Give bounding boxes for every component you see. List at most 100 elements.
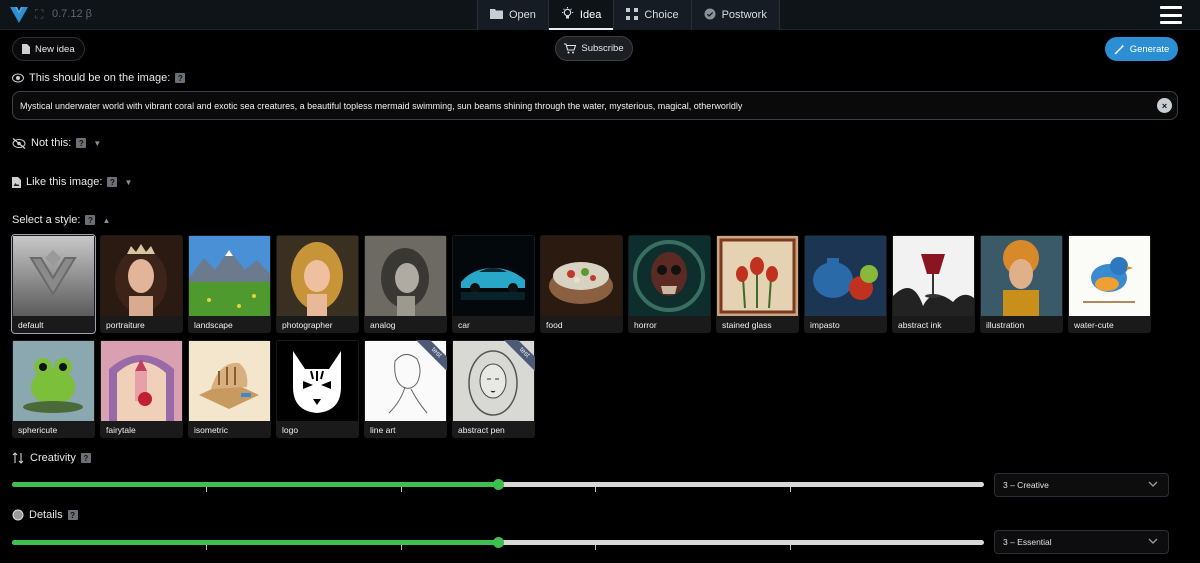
- portraiture-thumbnail: [101, 236, 182, 316]
- style-label: photographer: [282, 320, 333, 330]
- style-card-landscape[interactable]: landscape: [188, 235, 271, 333]
- style-card-fairytale[interactable]: fairytale: [100, 340, 183, 438]
- tab-choice[interactable]: Choice: [614, 0, 692, 30]
- slider-handle[interactable]: [492, 479, 504, 490]
- main-tabs: Open Idea Choice Postwork: [477, 0, 780, 30]
- creativity-select[interactable]: 3 – Creative: [994, 473, 1169, 497]
- details-value: 3 – Essential: [1003, 537, 1052, 547]
- help-icon[interactable]: ?: [85, 215, 96, 225]
- like-image-label: Like this image:: [26, 176, 103, 188]
- horror-thumbnail: [629, 236, 710, 316]
- help-icon[interactable]: ?: [76, 138, 87, 148]
- style-label: food: [546, 320, 563, 330]
- style-label: water-cute: [1074, 320, 1114, 330]
- tab-label: Postwork: [721, 9, 767, 21]
- stained-glass-thumbnail: [717, 236, 798, 316]
- details-select[interactable]: 3 – Essential: [994, 530, 1169, 554]
- creativity-heading: Creativity ?: [12, 452, 91, 464]
- photographer-thumbnail: [277, 236, 358, 316]
- style-card-horror[interactable]: horror: [628, 235, 711, 333]
- style-card-portraiture[interactable]: portraiture: [100, 235, 183, 333]
- clear-icon[interactable]: ×: [1157, 98, 1172, 113]
- style-card-analog[interactable]: analog: [364, 235, 447, 333]
- like-image-toggle[interactable]: Like this image: ? ▼: [12, 176, 132, 188]
- tab-idea[interactable]: Idea: [548, 0, 615, 30]
- new-idea-button[interactable]: New idea: [12, 37, 85, 61]
- style-card-abstract-pen[interactable]: test abstract pen: [452, 340, 535, 438]
- style-card-car[interactable]: car: [452, 235, 535, 333]
- style-label: car: [458, 320, 470, 330]
- isometric-thumbnail: [189, 341, 270, 421]
- slider-tick: [595, 487, 597, 492]
- style-card-water-cute[interactable]: water-cute: [1068, 235, 1151, 333]
- style-card-default[interactable]: default: [11, 234, 96, 334]
- style-label: horror: [634, 320, 657, 330]
- style-label: isometric: [194, 425, 229, 435]
- details-label: Details: [29, 509, 63, 521]
- style-label: illustration: [986, 320, 1025, 330]
- style-card-abstract-ink[interactable]: abstract ink: [892, 235, 975, 333]
- style-selector-heading[interactable]: Select a style: ? ▲: [12, 214, 110, 226]
- subscribe-button[interactable]: Subscribe: [555, 36, 633, 61]
- generate-button[interactable]: Generate: [1105, 37, 1178, 61]
- style-card-stained-glass[interactable]: stained glass: [716, 235, 799, 333]
- tab-postwork[interactable]: Postwork: [692, 0, 779, 30]
- hamburger-menu-icon[interactable]: [1160, 4, 1182, 26]
- style-card-isometric[interactable]: isometric: [188, 340, 271, 438]
- style-label: portraiture: [106, 320, 145, 330]
- positive-prompt-text: Mystical underwater world with vibrant c…: [20, 100, 743, 111]
- slider-tick: [789, 545, 791, 550]
- check-circle-icon: [704, 8, 716, 23]
- negative-prompt-toggle[interactable]: Not this: ? ▼: [12, 137, 101, 149]
- image-file-icon: [12, 176, 21, 188]
- style-card-impasto[interactable]: impasto: [804, 235, 887, 333]
- water-cute-thumbnail: [1069, 236, 1150, 316]
- slider-tick: [400, 487, 402, 492]
- positive-prompt-input[interactable]: Mystical underwater world with vibrant c…: [12, 91, 1178, 120]
- creativity-label: Creativity: [30, 452, 76, 464]
- positive-prompt-heading: This should be on the image: ?: [12, 72, 186, 84]
- details-slider[interactable]: [12, 537, 984, 550]
- slider-fill: [12, 540, 498, 545]
- style-label: stained glass: [722, 320, 772, 330]
- style-label: abstract pen: [458, 425, 505, 435]
- help-icon[interactable]: ?: [107, 177, 118, 187]
- caret-down-icon: ▼: [93, 138, 102, 148]
- app-logo-icon[interactable]: [8, 3, 30, 25]
- style-label: default: [18, 320, 44, 330]
- style-card-line-art[interactable]: test line art: [364, 340, 447, 438]
- sphericute-thumbnail: [13, 341, 94, 421]
- tab-open[interactable]: Open: [478, 0, 549, 30]
- food-thumbnail: [541, 236, 622, 316]
- sort-arrows-icon: [12, 452, 24, 464]
- magic-wand-icon: [1114, 44, 1124, 55]
- creativity-slider[interactable]: [12, 479, 984, 492]
- style-label: abstract ink: [898, 320, 942, 330]
- generate-label: Generate: [1129, 43, 1170, 55]
- positive-prompt-label: This should be on the image:: [29, 72, 171, 84]
- tab-label: Idea: [579, 9, 602, 21]
- style-selector-label: Select a style:: [12, 214, 81, 226]
- help-icon[interactable]: ?: [67, 510, 78, 520]
- help-icon[interactable]: ?: [175, 73, 186, 83]
- details-heading: Details ?: [12, 509, 78, 521]
- style-label: analog: [370, 320, 396, 330]
- style-card-logo[interactable]: logo: [276, 340, 359, 438]
- folder-icon: [490, 8, 503, 22]
- style-card-photographer[interactable]: photographer: [276, 235, 359, 333]
- slider-tick: [206, 545, 208, 550]
- impasto-thumbnail: [805, 236, 886, 316]
- help-icon[interactable]: ?: [80, 453, 91, 463]
- style-card-illustration[interactable]: illustration: [980, 235, 1063, 333]
- circle-icon: [12, 509, 24, 521]
- style-card-sphericute[interactable]: sphericute: [12, 340, 95, 438]
- grid-icon: [626, 7, 639, 23]
- slider-handle[interactable]: [492, 537, 504, 548]
- slider-tick: [789, 487, 791, 492]
- version-icon: ⛶: [35, 7, 44, 21]
- style-card-food[interactable]: food: [540, 235, 623, 333]
- creativity-value: 3 – Creative: [1003, 480, 1049, 490]
- abstract-ink-thumbnail: [893, 236, 974, 316]
- caret-down-icon: ▼: [124, 177, 133, 187]
- tab-label: Choice: [644, 9, 679, 21]
